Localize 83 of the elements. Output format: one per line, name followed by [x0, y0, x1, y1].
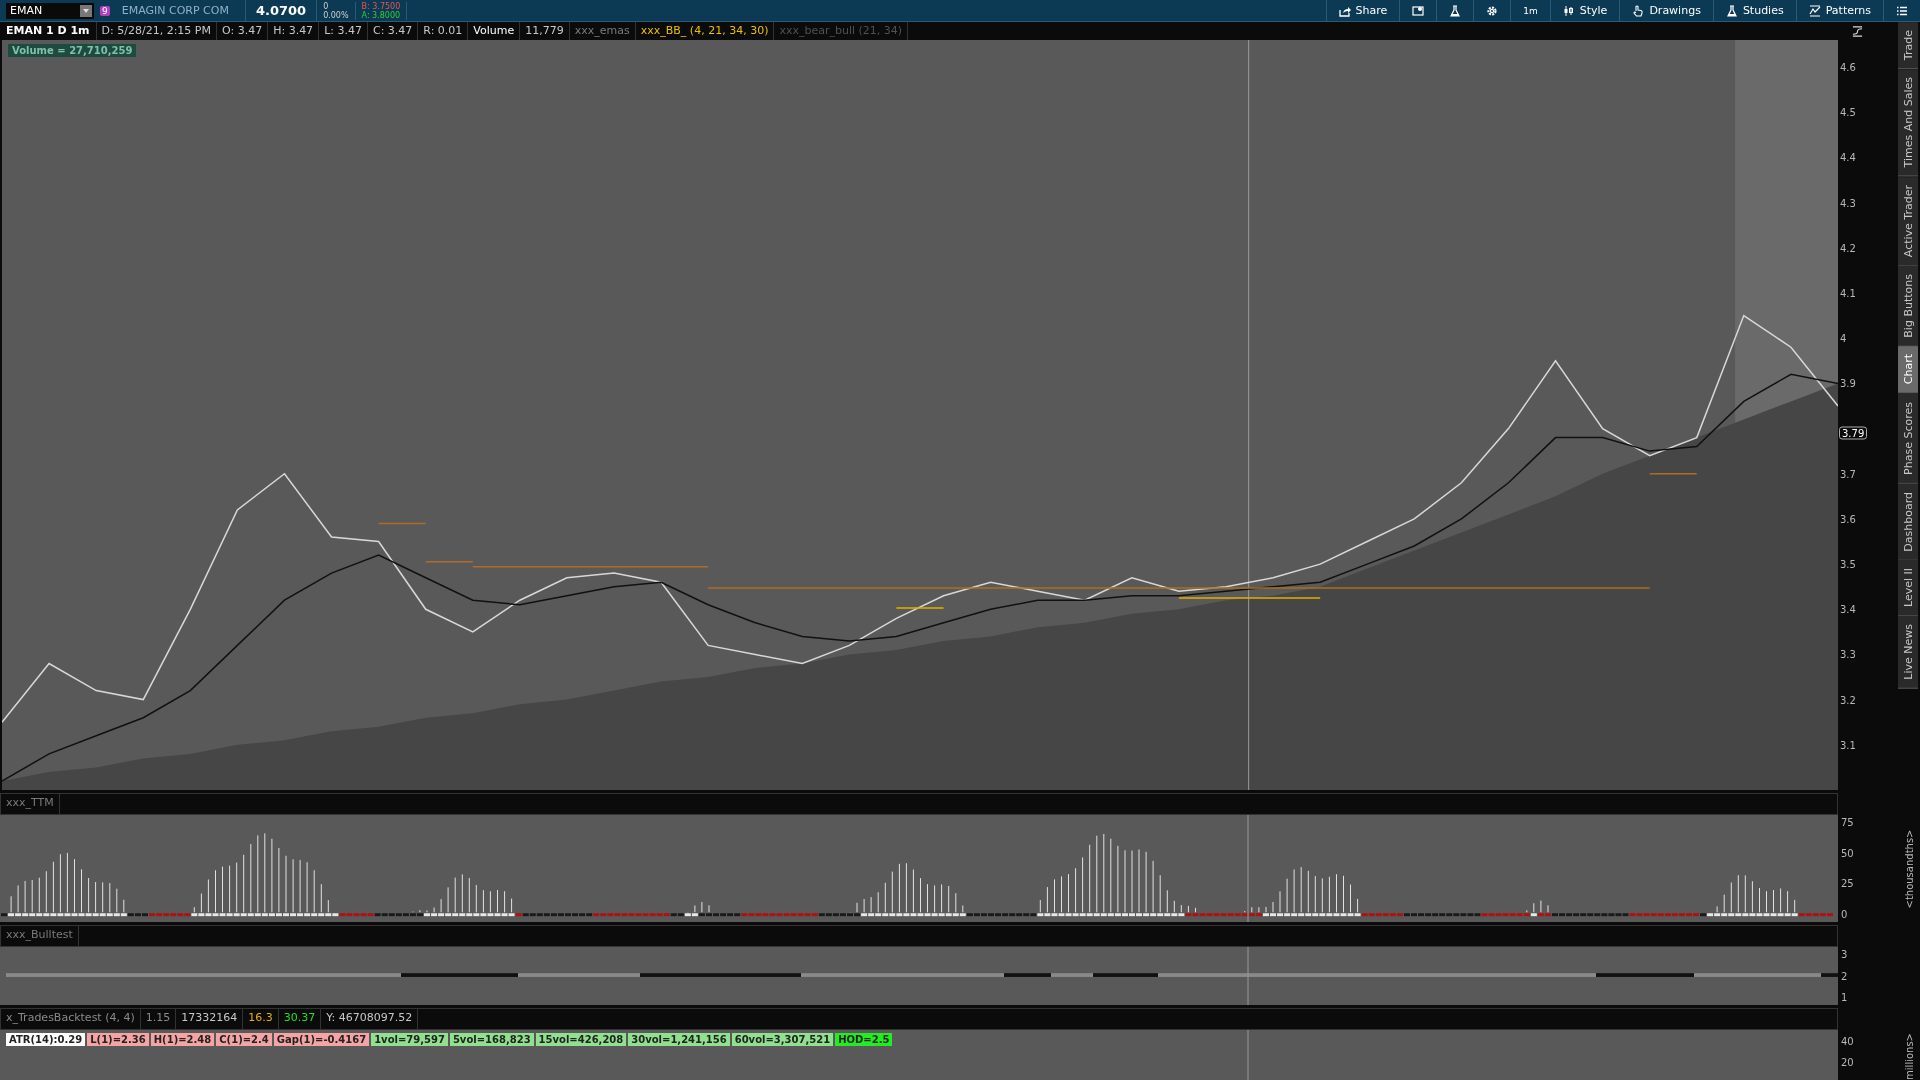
toolbar-button[interactable]: Patterns: [1795, 0, 1883, 22]
study-label: 30vol=1,241,156: [628, 1033, 730, 1046]
flask-icon: [1449, 4, 1462, 17]
menu-icon: [1896, 4, 1908, 17]
study-label: C(1)=2.4: [216, 1033, 272, 1046]
flask-icon: [1725, 4, 1738, 17]
axis-label: 50: [1841, 847, 1855, 859]
axis-label: 4.2: [1840, 242, 1856, 254]
link-badge[interactable]: 9: [100, 5, 110, 16]
toolbar-button[interactable]: Drawings: [1619, 0, 1713, 22]
study-readout: 17332164: [176, 1009, 244, 1029]
axis-label: 4.6: [1840, 61, 1856, 73]
side-tab[interactable]: Trade: [1898, 22, 1918, 70]
study-readout: 1.15: [140, 1009, 177, 1029]
hand-icon: [1632, 4, 1645, 17]
study-label: Gap(1)=-0.4167: [273, 1033, 370, 1046]
candlestick-icon: [1562, 4, 1575, 17]
axis-label: 1: [1841, 992, 1849, 1003]
study-readout: 30.37: [278, 1009, 322, 1029]
study-label: L(1)=2.36: [87, 1033, 149, 1046]
axis-label: 75: [1841, 817, 1855, 828]
axis-label: 4: [1840, 332, 1847, 344]
axis-label: 20: [1841, 1057, 1855, 1068]
study-label: 1vol=79,597: [371, 1033, 448, 1046]
study-title: xxx_TTM: [1, 794, 60, 814]
axis-label: 40: [1841, 1036, 1855, 1047]
axis-label: 25: [1841, 878, 1855, 890]
share-icon: [1338, 4, 1351, 17]
net-change: 0: [323, 1, 330, 11]
last-price: 4.0700: [245, 0, 318, 22]
study-title: x_TradesBacktest (4, 4): [1, 1009, 141, 1029]
axis-label: 3.7: [1840, 468, 1856, 480]
axis-label: 3.3: [1840, 648, 1856, 660]
toolbar-button[interactable]: Share: [1325, 0, 1400, 22]
study-label: ATR(14):0.29: [6, 1033, 86, 1046]
side-tab[interactable]: Dashboard: [1898, 483, 1918, 561]
company-name: EMAGIN CORP COM: [121, 0, 246, 22]
volume-label: Volume = 27,710,259: [8, 44, 137, 57]
axis-label: 4.4: [1840, 151, 1856, 163]
study-label: HOD=2.5: [835, 1033, 893, 1046]
toolbar-button[interactable]: Studies: [1712, 0, 1796, 22]
study-label: 5vol=168,823: [449, 1033, 534, 1046]
study-label: H(1)=2.48: [150, 1033, 215, 1046]
side-tab[interactable]: Chart: [1898, 346, 1918, 394]
chart-settings-icon[interactable]: [1852, 25, 1863, 37]
side-tab[interactable]: Active Trader: [1898, 176, 1918, 266]
side-tab[interactable]: Big Buttons: [1898, 265, 1918, 347]
axis-label: 4.5: [1840, 106, 1856, 118]
dropdown-caret-icon[interactable]: [80, 4, 92, 17]
axis-label: 0: [1841, 908, 1849, 920]
study-readout: 16.3: [243, 1009, 279, 1029]
axis-label: 3.5: [1840, 558, 1856, 570]
study-label: 15vol=426,208: [535, 1033, 627, 1046]
axis-label: 3.1: [1840, 739, 1856, 751]
axis-label: 3.9: [1840, 377, 1856, 389]
study-title: xxx_Bulltest: [1, 926, 79, 946]
crosshair-line: [1247, 947, 1249, 1005]
axis-label: 3.2: [1840, 694, 1856, 706]
study-readout: Y: 46708097.52: [321, 1009, 419, 1029]
ask-price: A: 3.8000: [361, 10, 401, 20]
axis-label: 3.4: [1840, 603, 1856, 615]
study-label: 60vol=3,307,521: [731, 1033, 834, 1046]
bid-price: B: 3.7500: [361, 1, 401, 11]
price-tag: 3.79: [1839, 426, 1868, 440]
axis-unit: millions>: [1904, 1033, 1915, 1080]
side-tab[interactable]: Phase Scores: [1898, 393, 1918, 484]
axis-label: 2: [1841, 970, 1849, 982]
settings-icon: [1486, 4, 1499, 17]
toolbar-button[interactable]: Style: [1549, 0, 1620, 22]
symbol-field[interactable]: EMAN: [6, 2, 94, 19]
timeframe-button[interactable]: 1m: [1510, 0, 1550, 22]
axis-label: 3: [1841, 949, 1849, 960]
axis-label: 4.3: [1840, 197, 1856, 209]
side-tab[interactable]: Level II: [1898, 560, 1918, 617]
pattern-chart-icon: [1808, 4, 1821, 17]
screen-icon: [1412, 4, 1425, 17]
crosshair-line: [1247, 1030, 1249, 1080]
side-tab[interactable]: Times And Sales: [1898, 69, 1918, 177]
axis-label: 4.1: [1840, 287, 1856, 299]
percent-change: 0.00%: [323, 10, 349, 20]
axis-unit: <thousandths>: [1904, 829, 1915, 908]
side-tab[interactable]: Live News: [1898, 616, 1918, 689]
axis-label: 3.6: [1840, 513, 1856, 525]
